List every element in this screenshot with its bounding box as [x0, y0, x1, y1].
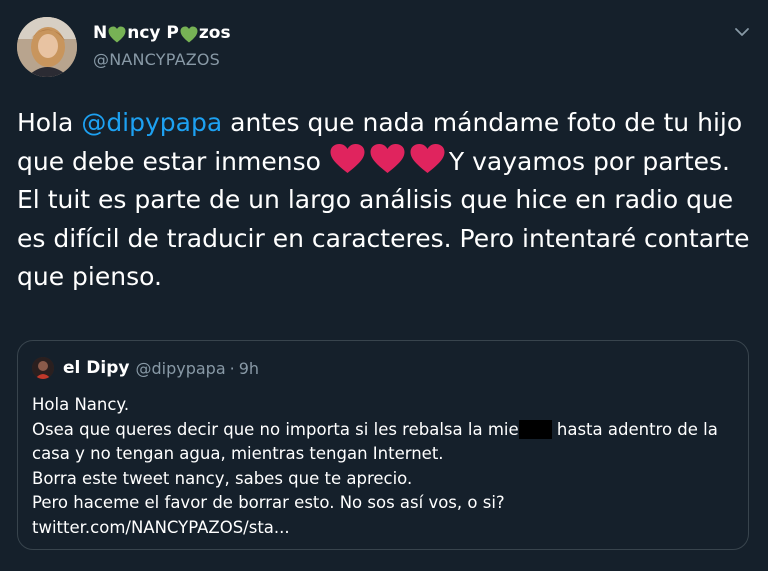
quoted-timestamp: 9h: [238, 358, 260, 378]
display-name-part3: zos: [198, 23, 231, 43]
tweet-card: N ncy P zos @NANCYPAZOS Hola @dipypapa a…: [0, 0, 768, 571]
heart-icon: [370, 143, 405, 173]
display-name-part1: N: [93, 23, 108, 43]
quoted-line: Borra este tweet nancy, sabes que te apr…: [32, 468, 413, 488]
tweet-text-greeting: Hola: [17, 108, 82, 137]
quoted-tweet[interactable]: el Dipy @dipypapa · 9h Hola Nancy. Osea …: [17, 340, 749, 550]
chevron-down-icon[interactable]: [732, 22, 752, 42]
quoted-tweet-text: Hola Nancy. Osea que queres decir que no…: [32, 393, 742, 540]
green-heart-icon: [108, 26, 126, 42]
quoted-link[interactable]: twitter.com/NANCYPAZOS/sta...: [32, 516, 742, 541]
separator-dot: ·: [229, 358, 235, 378]
quoted-line: Hola Nancy.: [32, 395, 130, 414]
quoted-line: Pero haceme el favor de borrar esto. No …: [32, 493, 505, 512]
redaction-box: [518, 419, 552, 439]
display-name-part2: ncy P: [127, 23, 179, 43]
author-handle[interactable]: @NANCYPAZOS: [93, 50, 220, 69]
tweet-text: Hola @dipypapa antes que nada mándame fo…: [17, 104, 757, 297]
tweet-paragraph-2: El tuit es parte de un largo análisis qu…: [17, 185, 750, 291]
avatar[interactable]: [17, 17, 77, 77]
quoted-author-handle: @dipypapa: [135, 358, 226, 378]
quoted-tweet-header: el Dipy @dipypapa · 9h: [32, 357, 259, 379]
tweet-paragraph-1: Hola @dipypapa antes que nada mándame fo…: [17, 104, 757, 181]
quoted-line: Osea que queres decir que no importa si …: [32, 418, 742, 467]
mention-link[interactable]: @dipypapa: [81, 108, 222, 137]
heart-icon: [330, 143, 365, 173]
quoted-line-start: Osea que queres decir que no importa si …: [32, 419, 519, 439]
display-name[interactable]: N ncy P zos: [93, 23, 231, 43]
heart-icon: [410, 143, 445, 173]
quoted-avatar: [32, 357, 54, 379]
quoted-author-name: el Dipy: [63, 358, 130, 378]
tweet-text-after-hearts: Y vayamos por partes.: [448, 146, 730, 176]
green-heart-icon: [180, 26, 198, 42]
